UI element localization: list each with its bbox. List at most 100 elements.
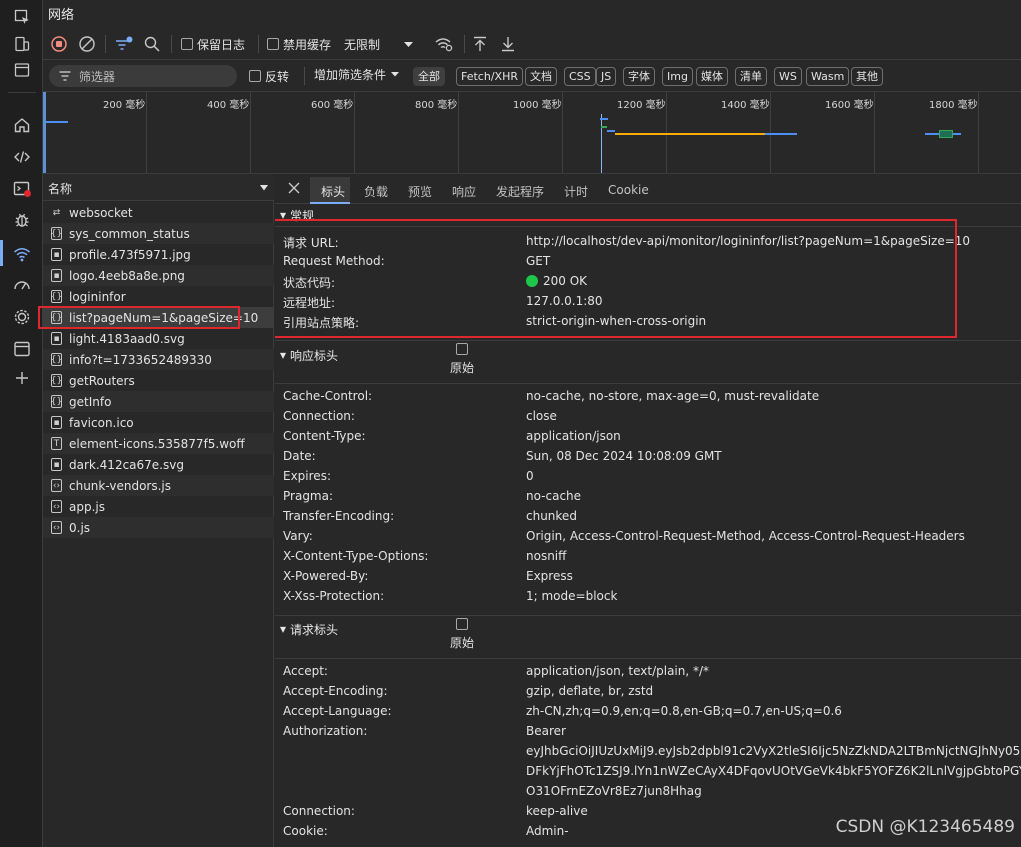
- chip-other[interactable]: 其他: [851, 67, 883, 86]
- header-key: Vary:: [283, 529, 313, 543]
- clear-button[interactable]: [79, 28, 95, 60]
- request-row[interactable]: ‹› 0.js: [43, 517, 274, 538]
- sort-down-icon: [260, 185, 268, 191]
- response-headers-section-header[interactable]: ▾ 响应标头: [275, 344, 1021, 366]
- timeline-gridline: [458, 92, 459, 173]
- request-row[interactable]: ▪ dark.412ca67e.svg: [43, 454, 274, 475]
- tab-initiator[interactable]: 发起程序: [496, 183, 544, 200]
- panel-title: 网络: [48, 8, 75, 23]
- filter-input[interactable]: 筛选器: [49, 65, 237, 87]
- chip-css[interactable]: CSS: [564, 67, 596, 86]
- filter-bar: 筛选器 反转 增加筛选条件 全部 Fetch/XHR 文档 CSS JS 字体 …: [43, 60, 1021, 92]
- name-column-header[interactable]: 名称: [43, 174, 274, 201]
- request-raw-toggle[interactable]: 原始: [432, 618, 492, 651]
- tab-timing[interactable]: 计时: [564, 183, 588, 200]
- chip-wasm[interactable]: Wasm: [806, 67, 850, 86]
- chip-js[interactable]: JS: [596, 67, 617, 86]
- disable-cache-checkbox[interactable]: 禁用缓存: [267, 28, 331, 60]
- more-tools-plus-icon[interactable]: [13, 369, 31, 387]
- panel-titlebar: 网络: [43, 0, 1021, 28]
- import-har-button[interactable]: [473, 28, 487, 60]
- image-icon: ▪: [51, 332, 62, 345]
- close-details-button[interactable]: [287, 181, 301, 195]
- image-icon: ▪: [51, 416, 62, 429]
- request-name: getInfo: [69, 394, 112, 409]
- chip-media[interactable]: 媒体: [696, 67, 728, 86]
- chip-img[interactable]: Img: [662, 67, 693, 86]
- memory-chip-icon[interactable]: [13, 308, 31, 326]
- image-icon: ▪: [51, 248, 62, 261]
- tab-cookies[interactable]: Cookie: [608, 183, 649, 197]
- timeline-overview[interactable]: 200 毫秒 400 毫秒 600 毫秒 800 毫秒 1000 毫秒 1200…: [43, 92, 1021, 174]
- chip-all[interactable]: 全部: [413, 67, 445, 86]
- network-conditions-button[interactable]: [435, 28, 453, 60]
- request-headers-section-header[interactable]: ▾ 请求标头: [275, 618, 1021, 640]
- bug-icon[interactable]: [13, 211, 31, 229]
- request-row[interactable]: ⇄ websocket: [43, 202, 274, 223]
- timeline-gridline: [978, 92, 979, 173]
- request-row[interactable]: {} sys_common_status: [43, 223, 274, 244]
- home-icon[interactable]: [13, 116, 31, 134]
- header-key: Accept:: [283, 664, 328, 678]
- application-panel-icon[interactable]: [13, 340, 31, 358]
- request-name: favicon.ico: [69, 415, 134, 430]
- request-name: dark.412ca67e.svg: [69, 457, 184, 472]
- network-wifi-icon[interactable]: [13, 245, 31, 263]
- record-stop-icon: [51, 36, 67, 52]
- divider: [304, 67, 305, 85]
- chip-doc[interactable]: 文档: [525, 67, 557, 86]
- timeline-request-bar: [615, 133, 765, 135]
- request-name: light.4183aad0.svg: [69, 331, 185, 346]
- header-value: gzip, deflate, br, zstd: [526, 684, 654, 698]
- throttling-value: 无限制: [344, 37, 381, 52]
- request-row[interactable]: ▪ logo.4eeb8a8e.png: [43, 265, 274, 286]
- request-row[interactable]: {} logininfor: [43, 286, 274, 307]
- raw-label: 原始: [449, 361, 474, 375]
- divider: [275, 658, 1021, 659]
- chip-font[interactable]: 字体: [623, 67, 655, 86]
- more-filters-dropdown[interactable]: 增加筛选条件: [314, 60, 400, 88]
- preserve-log-label: 保留日志: [197, 37, 246, 52]
- request-row[interactable]: ‹› chunk-vendors.js: [43, 475, 274, 496]
- performance-gauge-icon[interactable]: [13, 276, 31, 294]
- inspect-element-icon[interactable]: [13, 8, 31, 26]
- tab-headers[interactable]: 标头: [321, 183, 345, 200]
- record-button[interactable]: [51, 28, 67, 60]
- export-har-button[interactable]: [501, 28, 515, 60]
- upload-icon: [474, 36, 486, 51]
- request-row[interactable]: T element-icons.535877f5.woff: [43, 433, 274, 454]
- checkbox-icon: [456, 618, 468, 630]
- request-row[interactable]: {} info?t=1733652489330: [43, 349, 274, 370]
- filter-toggle-button[interactable]: [115, 28, 133, 60]
- response-raw-toggle[interactable]: 原始: [432, 343, 492, 376]
- chip-fetch-xhr[interactable]: Fetch/XHR: [456, 67, 523, 86]
- throttling-select[interactable]: 无限制: [344, 28, 414, 60]
- header-key: Transfer-Encoding:: [283, 509, 395, 523]
- elements-panel-icon[interactable]: [13, 61, 31, 79]
- sources-code-icon[interactable]: [13, 148, 31, 166]
- preserve-log-checkbox[interactable]: 保留日志: [181, 28, 245, 60]
- request-list: 名称 ⇄ websocket {} sys_common_status ▪ pr…: [38, 174, 274, 847]
- timeline-start-handle[interactable]: [43, 92, 46, 173]
- divider: [105, 35, 106, 53]
- header-key: X-Powered-By:: [283, 569, 369, 583]
- tab-preview[interactable]: 预览: [408, 183, 432, 200]
- tab-response[interactable]: 响应: [452, 183, 476, 200]
- script-icon: ‹›: [51, 521, 62, 534]
- device-toolbar-icon[interactable]: [13, 35, 31, 53]
- request-row[interactable]: {} getInfo: [43, 391, 274, 412]
- chip-manifest[interactable]: 清单: [735, 67, 767, 86]
- highlight-annotation: [38, 306, 240, 329]
- search-button[interactable]: [144, 28, 160, 60]
- header-value: Express: [526, 569, 573, 583]
- console-icon[interactable]: [13, 180, 31, 198]
- invert-checkbox[interactable]: 反转: [249, 60, 289, 92]
- request-row[interactable]: {} getRouters: [43, 370, 274, 391]
- timeline-gridline: [250, 92, 251, 173]
- request-row[interactable]: ▪ favicon.ico: [43, 412, 274, 433]
- tab-payload[interactable]: 负载: [364, 183, 388, 200]
- request-row[interactable]: ▪ profile.473f5971.jpg: [43, 244, 274, 265]
- request-row[interactable]: ▪ light.4183aad0.svg: [43, 328, 274, 349]
- request-row[interactable]: ‹› app.js: [43, 496, 274, 517]
- chip-ws[interactable]: WS: [774, 67, 802, 86]
